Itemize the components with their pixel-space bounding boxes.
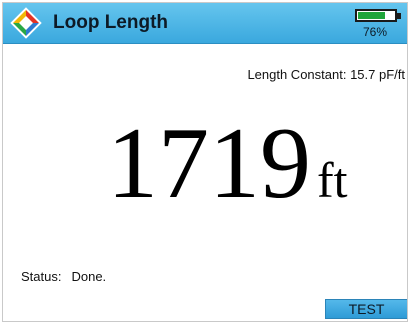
screen-title: Loop Length xyxy=(53,12,169,33)
instrument-screen: Loop Length 76% Length Constant: 15.7 pF… xyxy=(2,2,408,322)
title-bar: Loop Length 76% xyxy=(3,3,407,44)
status-line: Status: Done. xyxy=(21,269,106,284)
test-button[interactable]: TEST xyxy=(325,299,407,319)
battery-fill xyxy=(358,12,385,19)
diamond-logo-icon xyxy=(10,7,42,39)
battery-terminal xyxy=(397,13,401,19)
battery-icon xyxy=(355,9,397,22)
status-label: Status: xyxy=(21,269,62,284)
reading-value: 1719 xyxy=(107,107,311,220)
battery-percent: 76% xyxy=(362,25,388,39)
length-constant: Length Constant: 15.7 pF/ft xyxy=(247,67,405,82)
loop-length-reading: 1719 ft xyxy=(107,113,348,215)
reading-unit: ft xyxy=(317,152,348,208)
status-value: Done. xyxy=(71,269,107,284)
